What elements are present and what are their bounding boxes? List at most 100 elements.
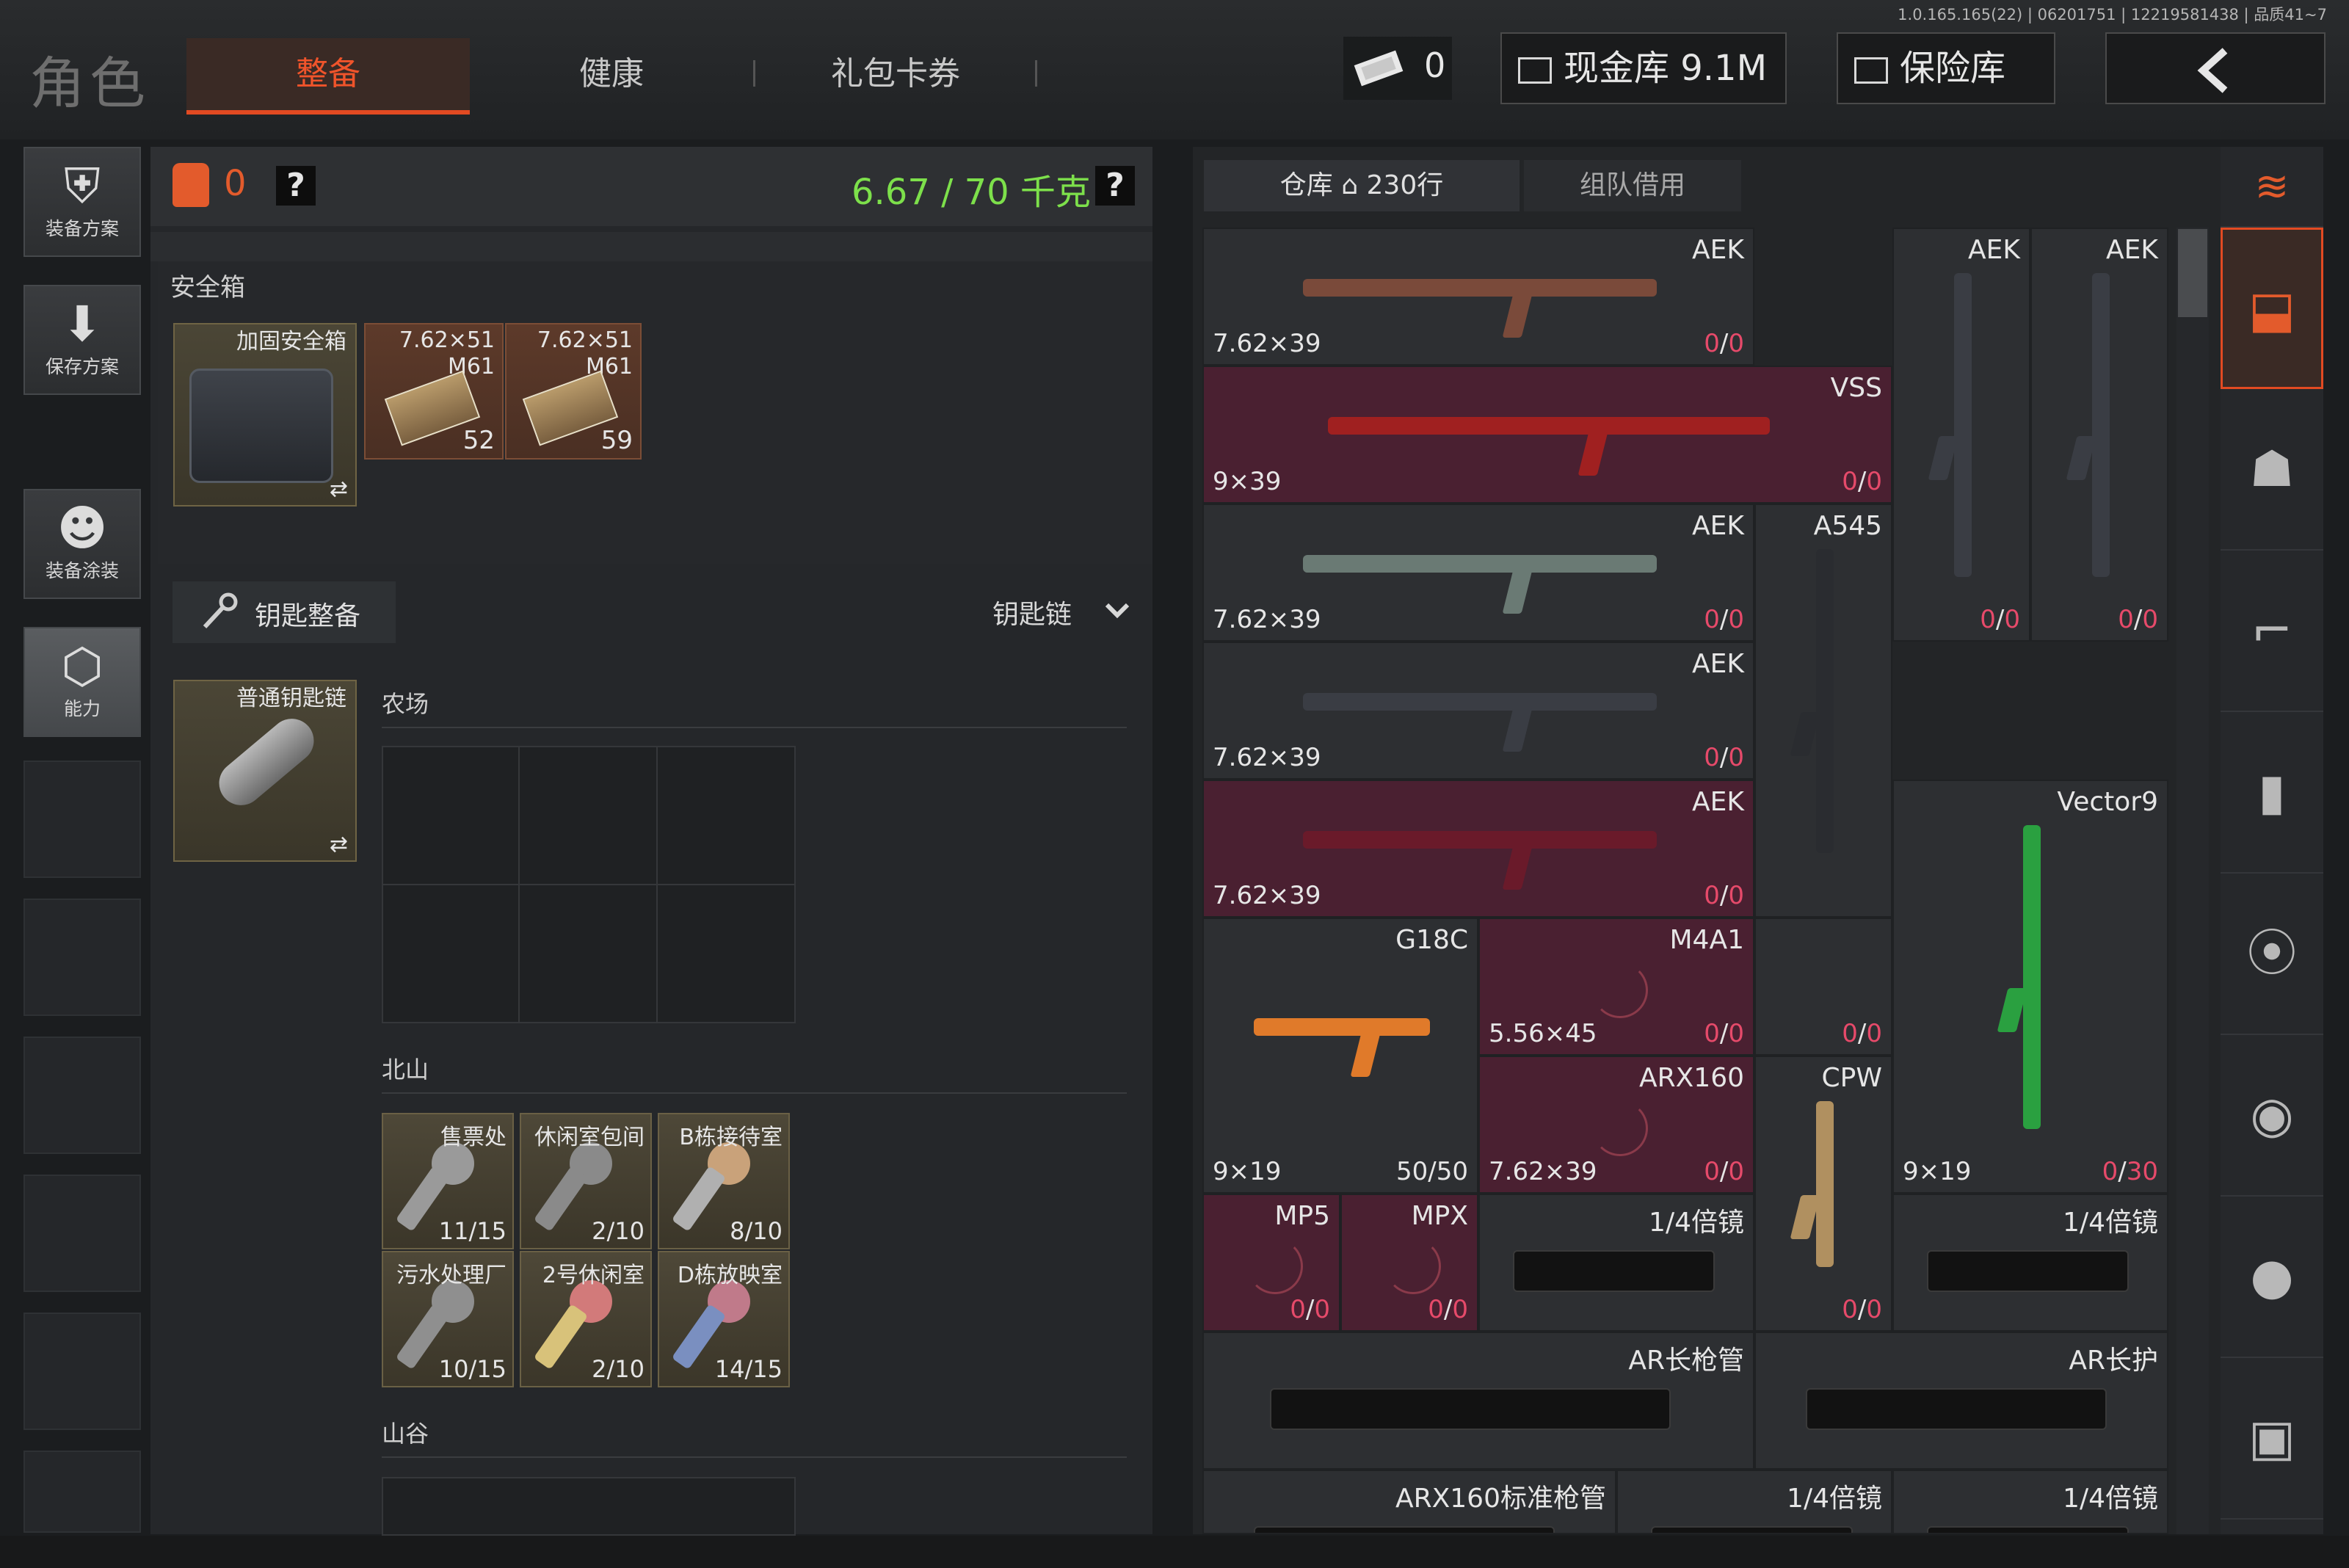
warehouse-item[interactable]: AEK 7.62×39 0/0: [1202, 642, 1754, 780]
warehouse-item[interactable]: AR长枪管: [1202, 1332, 1754, 1470]
weapon-ammo: 0/0: [1704, 1019, 1744, 1048]
weapon-image: [1303, 692, 1657, 711]
weapon-image: [2023, 825, 2041, 1129]
keychain-slot[interactable]: 普通钥匙链 ⇄: [173, 680, 357, 862]
weapon-grip-image: [1502, 569, 1533, 614]
warehouse-scrollbar[interactable]: [2176, 228, 2209, 1534]
sidebar-empty-slot: [23, 899, 141, 1016]
key-name: D栋放映室: [677, 1263, 783, 1288]
cash-vault-button[interactable]: 现金库 9.1M: [1500, 32, 1787, 104]
ammo-slot[interactable]: 7.62×51 M61 52: [364, 323, 504, 460]
chevron-left-icon: [2197, 48, 2228, 93]
stack-download-icon[interactable]: ⬓: [2221, 228, 2323, 389]
key-name: 售票处: [440, 1125, 507, 1150]
scrollbar-thumb[interactable]: [2178, 229, 2207, 317]
warehouse-item[interactable]: MP5 0/0: [1202, 1194, 1340, 1332]
warehouse-item[interactable]: 1/4倍镜: [1892, 1470, 2168, 1534]
attachment-image: [1805, 1388, 2107, 1430]
warehouse-item[interactable]: AEK 7.62×39 0/0: [1202, 504, 1754, 642]
sidebar-item-loadout-plan[interactable]: ⛨ 装备方案: [23, 147, 141, 257]
tab-warehouse[interactable]: 仓库 ⌂ 230行: [1204, 160, 1520, 211]
sidebar-label: 装备涂装: [45, 560, 119, 581]
warehouse-item[interactable]: AEK 0/0: [1892, 228, 2030, 642]
warehouse-item[interactable]: 1/4倍镜: [1616, 1470, 1892, 1534]
help-button[interactable]: ?: [276, 166, 316, 206]
keychain-dropdown-label[interactable]: 钥匙链: [992, 593, 1072, 631]
warehouse-item[interactable]: MPX 0/0: [1340, 1194, 1478, 1332]
scope-icon[interactable]: ◉: [2221, 1035, 2323, 1197]
warehouse-item[interactable]: 1/4倍镜: [1478, 1194, 1754, 1332]
attachment-image: [1927, 1526, 2129, 1533]
sidebar-item-save-plan[interactable]: ⬇ 保存方案: [23, 285, 141, 395]
key-image: [671, 1166, 727, 1232]
insurance-button[interactable]: 保险库: [1837, 32, 2055, 104]
key-count: 8/10: [730, 1217, 783, 1245]
warehouse-item[interactable]: 1/4倍镜: [1892, 1194, 2168, 1332]
warehouse-item[interactable]: AEK 7.62×39 0/0: [1202, 780, 1754, 918]
grenade-icon[interactable]: ●: [2221, 1197, 2323, 1358]
sidebar-item-ability[interactable]: ⬡ 能力: [23, 627, 141, 737]
warehouse-item[interactable]: AEK 0/0: [2030, 228, 2168, 642]
warehouse-item[interactable]: AR长护: [1754, 1332, 2168, 1470]
weapon-image: [1328, 416, 1770, 435]
warehouse-item[interactable]: 0/0: [1754, 918, 1892, 1056]
helmet-icon[interactable]: ☗: [2221, 389, 2323, 551]
swap-icon[interactable]: ⇄: [330, 832, 348, 857]
key-loadout-title: 钥匙整备: [255, 601, 361, 631]
weapon-caliber: 7.62×39: [1213, 881, 1321, 910]
safe-box-slot[interactable]: 加固安全箱 ⇄: [173, 323, 357, 507]
rifle-icon[interactable]: ⌐: [2221, 551, 2323, 712]
bullet-icon[interactable]: ⦿: [2221, 874, 2323, 1035]
weapon-caliber: 5.56×45: [1489, 1019, 1597, 1048]
key-slot[interactable]: 2号休闲室 2/10: [520, 1251, 652, 1387]
key-slot[interactable]: 售票处 11/15: [382, 1113, 514, 1249]
weapon-name: MP5: [1274, 1201, 1330, 1231]
insurance-icon: [1854, 57, 1888, 84]
weapon-grip-image: [1578, 431, 1608, 476]
key-slot[interactable]: 休闲室包间 2/10: [520, 1113, 652, 1249]
page-title: 角色: [29, 51, 150, 116]
box-icon[interactable]: ▣: [2221, 1358, 2323, 1520]
swap-icon[interactable]: ⇄: [330, 476, 348, 502]
attachment-image: [1253, 1526, 1555, 1533]
warehouse-item[interactable]: VSS 9×39 0/0: [1202, 366, 1892, 504]
sidebar-empty-slot: [23, 1451, 141, 1533]
warehouse-item[interactable]: AEK 7.62×39 0/0: [1202, 228, 1754, 366]
warehouse-item[interactable]: CPW 0/0: [1754, 1056, 1892, 1332]
tab-divider: [1035, 60, 1037, 87]
key-slot[interactable]: B栋接待室 8/10: [658, 1113, 790, 1249]
ammo-slot[interactable]: 7.62×51 M61 59: [505, 323, 642, 460]
warehouse-item[interactable]: M4A1 5.56×45 0/0: [1478, 918, 1754, 1056]
sidebar-item-skins[interactable]: ☻ 装备涂装: [23, 489, 141, 599]
weapon-image: [1954, 273, 1972, 577]
warehouse-item[interactable]: ARX160标准枪管: [1202, 1470, 1616, 1534]
weapon-name: AEK: [2106, 235, 2158, 265]
ticket-icon: [1354, 50, 1404, 87]
tab-loadout[interactable]: 整备: [186, 38, 470, 115]
valley-key-grid[interactable]: [382, 1477, 796, 1536]
weapon-grip-image: [1350, 1033, 1381, 1078]
back-button[interactable]: [2105, 32, 2326, 104]
tab-health[interactable]: 健康: [470, 38, 753, 110]
warehouse-item[interactable]: G18C 9×19 50/50: [1202, 918, 1478, 1194]
warehouse-item[interactable]: A545: [1754, 504, 1892, 918]
key-slot[interactable]: 污水处理厂 10/15: [382, 1251, 514, 1387]
magazine-icon[interactable]: ▮: [2221, 712, 2323, 874]
armor-vest-icon: ⛨: [64, 158, 101, 214]
attachment-image: [1651, 1526, 1853, 1533]
weight-help-button[interactable]: ?: [1095, 166, 1135, 206]
tab-team-borrow[interactable]: 组队借用: [1524, 160, 1741, 211]
weapon-image: [1816, 1101, 1834, 1267]
weapon-caliber: 7.62×39: [1213, 743, 1321, 772]
warehouse-item[interactable]: ARX160 7.62×39 0/0: [1478, 1056, 1754, 1194]
chevron-down-icon[interactable]: [1103, 599, 1132, 621]
key-count: 11/15: [438, 1217, 507, 1245]
tab-gift-cards[interactable]: 礼包卡券: [756, 38, 1035, 110]
key-slot[interactable]: D栋放映室 14/15: [658, 1251, 790, 1387]
key-image: [533, 1166, 589, 1232]
cash-vault-icon: [1518, 57, 1552, 84]
weapon-name: A545: [1813, 511, 1882, 541]
loading-ring-icon: [1385, 1238, 1441, 1294]
warehouse-item[interactable]: Vector9 9×19 0/30: [1892, 780, 2168, 1194]
layers-refresh-icon[interactable]: ≋: [2221, 147, 2323, 228]
